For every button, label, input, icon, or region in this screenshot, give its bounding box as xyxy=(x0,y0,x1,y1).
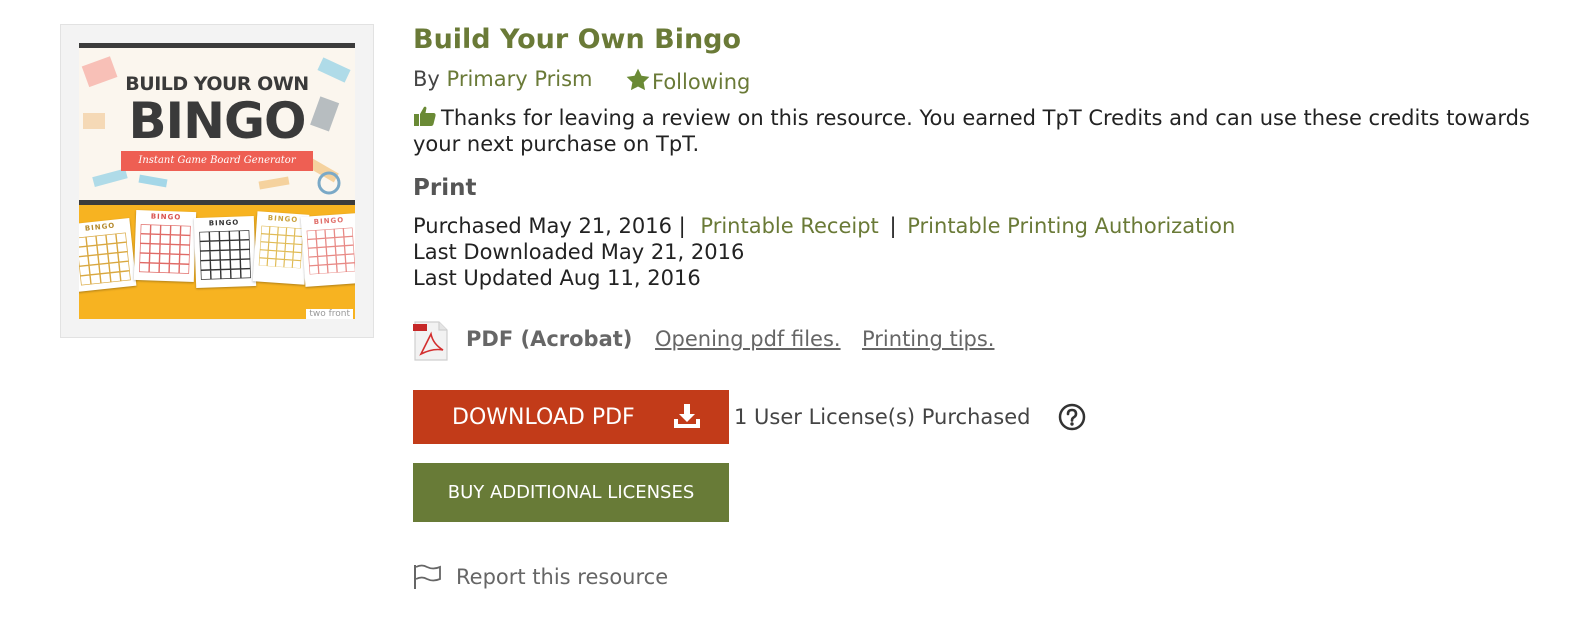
last-downloaded: Last Downloaded May 21, 2016 xyxy=(413,240,745,264)
bingo-card-grid xyxy=(199,230,251,280)
review-credit-notice: Thanks for leaving a review on this reso… xyxy=(413,105,1533,157)
printing-tips-link[interactable]: Printing tips. xyxy=(862,327,994,351)
bingo-card-header: BINGO xyxy=(208,218,240,228)
printable-receipt-link[interactable]: Printable Receipt xyxy=(700,214,878,238)
pdf-icon xyxy=(413,321,448,361)
bingo-card-header: BINGO xyxy=(150,212,182,222)
bingo-card-header: BINGO xyxy=(313,216,345,227)
download-icon xyxy=(674,404,700,428)
product-thumbnail: BUILD YOUR OWN BINGO Instant Game Board … xyxy=(79,43,355,319)
help-icon[interactable] xyxy=(1058,403,1086,431)
thumbnail-banner: Instant Game Board Generator xyxy=(121,151,313,171)
product-title[interactable]: Build Your Own Bingo xyxy=(413,24,741,55)
bingo-card-grid xyxy=(79,232,131,286)
thumbnail-header-area: BUILD YOUR OWN BINGO Instant Game Board … xyxy=(79,43,355,205)
download-pdf-label: DOWNLOAD PDF xyxy=(452,404,635,430)
follow-label: Following xyxy=(652,70,751,94)
thumbnail-footer-tag: two front xyxy=(306,309,353,319)
star-icon xyxy=(626,68,650,91)
bingo-card-preview: BINGO xyxy=(133,209,197,283)
product-thumbnail-frame[interactable]: BUILD YOUR OWN BINGO Instant Game Board … xyxy=(60,24,374,338)
report-resource-label: Report this resource xyxy=(456,565,669,589)
purchase-meta: Purchased May 21, 2016 | Printable Recei… xyxy=(413,213,1235,291)
download-pdf-button[interactable]: DOWNLOAD PDF xyxy=(413,390,729,444)
thumbs-up-icon xyxy=(414,106,436,126)
follow-toggle[interactable]: Following xyxy=(624,67,750,94)
bingo-card-preview: BINGO xyxy=(300,213,355,287)
author-link[interactable]: Primary Prism xyxy=(447,67,593,91)
purchase-line: Purchased May 21, 2016 | Printable Recei… xyxy=(413,213,1235,239)
by-label: By xyxy=(413,67,440,91)
thumbnail-top-bar xyxy=(79,43,355,48)
last-updated: Last Updated Aug 11, 2016 xyxy=(413,266,701,290)
bingo-card-grid xyxy=(306,227,355,275)
bingo-card-grid xyxy=(258,225,304,269)
bingo-card-grid xyxy=(139,224,191,274)
buy-additional-licenses-button[interactable]: BUY ADDITIONAL LICENSES xyxy=(413,463,729,522)
thumbnail-title-line2: BINGO xyxy=(128,92,306,150)
thumbnail-cards-area: BINGO BINGO BINGO BINGO BINGO two front xyxy=(79,205,355,319)
flag-icon xyxy=(414,564,441,589)
author-byline: By Primary Prism xyxy=(413,67,593,91)
meta-separator: | xyxy=(889,214,897,238)
bingo-card-preview: BINGO xyxy=(193,215,257,289)
bingo-card-preview: BINGO xyxy=(79,218,137,292)
license-count: 1 User License(s) Purchased xyxy=(734,405,1031,429)
file-type-label: PDF (Acrobat) xyxy=(466,327,633,351)
purchased-date: Purchased May 21, 2016 | xyxy=(413,214,686,238)
opening-pdf-files-link[interactable]: Opening pdf files. xyxy=(655,327,841,351)
format-heading: Print xyxy=(413,175,477,201)
review-credit-text: Thanks for leaving a review on this reso… xyxy=(413,106,1530,156)
printing-authorization-link[interactable]: Printable Printing Authorization xyxy=(907,214,1235,238)
